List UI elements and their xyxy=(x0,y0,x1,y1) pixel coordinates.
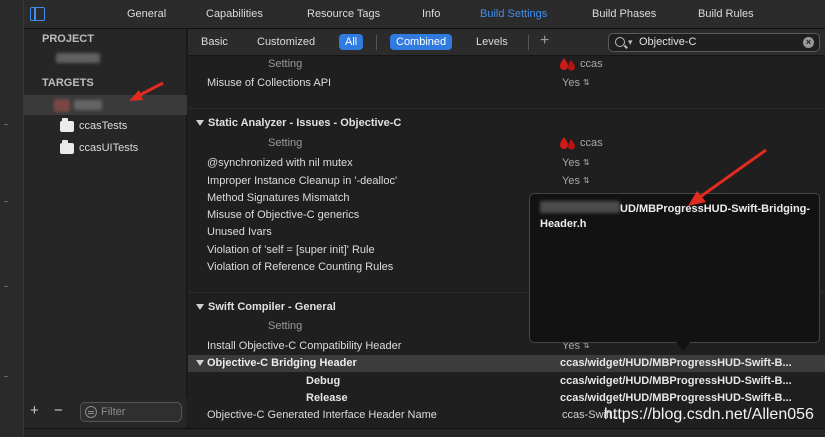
red-arrow-right xyxy=(688,148,767,206)
red-arrow-left xyxy=(129,81,164,101)
annotation-arrows xyxy=(129,81,767,206)
watermark-text: https://blog.csdn.net/Allen056 xyxy=(604,406,814,423)
